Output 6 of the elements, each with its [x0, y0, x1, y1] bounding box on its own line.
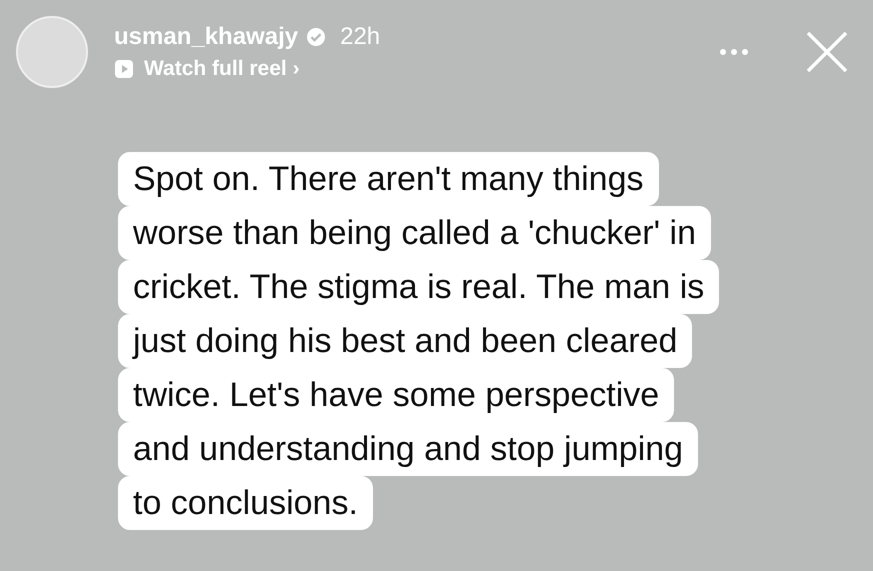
close-icon[interactable] — [805, 30, 849, 74]
play-icon — [114, 59, 134, 79]
post-time: 22h — [340, 23, 380, 51]
watch-reel-link[interactable]: Watch full reel › — [144, 57, 300, 81]
username[interactable]: usman_khawajy — [114, 23, 298, 51]
more-options-icon[interactable] — [719, 48, 749, 56]
